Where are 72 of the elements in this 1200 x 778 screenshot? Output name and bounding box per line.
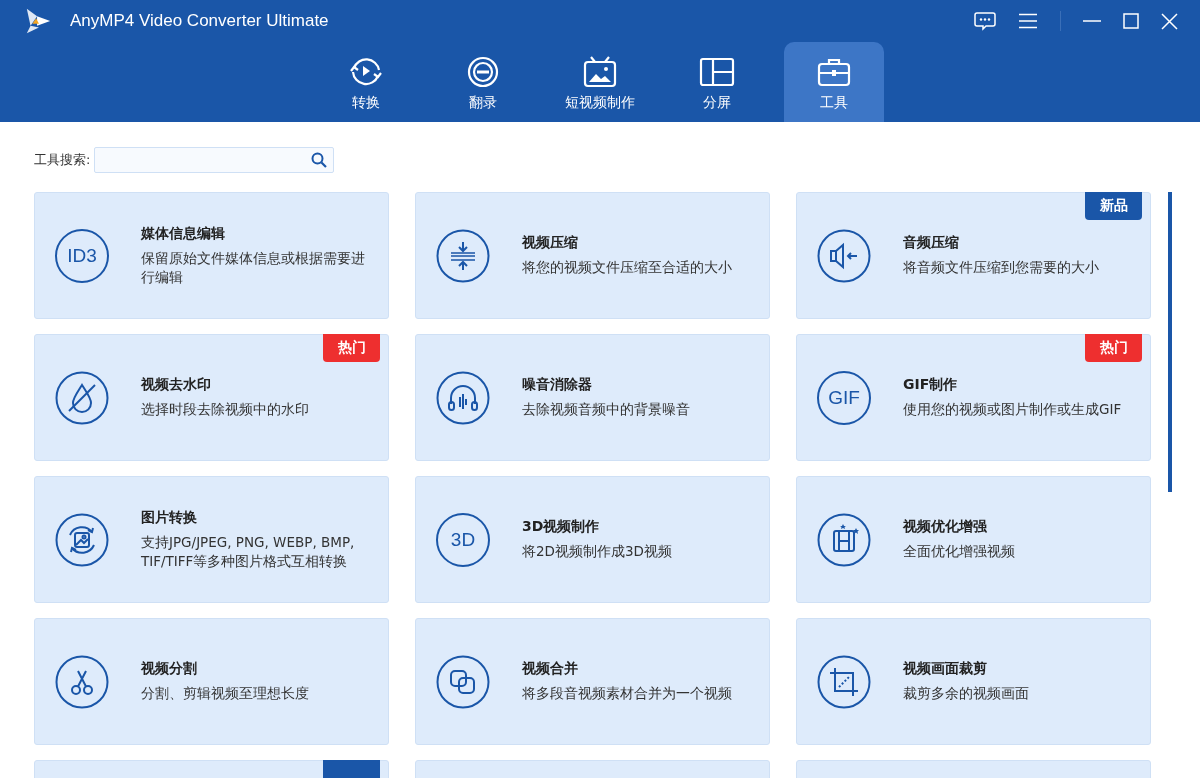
tv-icon	[582, 56, 618, 88]
search-icon[interactable]	[311, 152, 328, 168]
tool-description: 将音频文件压缩到您需要的大小	[903, 258, 1099, 277]
crop-icon	[817, 654, 871, 709]
tool-title: GIF制作	[903, 376, 959, 394]
three-d-icon: 3D	[436, 512, 490, 567]
tool-title: 视频画面裁剪	[903, 660, 988, 678]
nav-tab[interactable]: 短视频制作	[550, 42, 650, 122]
search-label: 工具搜索:	[34, 151, 91, 169]
tool-card[interactable]: 热门 GIF GIF制作 使用您的视频或图片制作或生成GIF	[796, 334, 1151, 461]
logo-icon	[24, 7, 52, 35]
tool-card[interactable]: 视频压缩 将您的视频文件压缩至合适的大小	[415, 192, 770, 319]
compress-icon	[436, 228, 490, 283]
overlap-icon	[436, 654, 490, 709]
minimize-icon[interactable]	[1083, 19, 1101, 23]
tool-title: 视频合并	[522, 660, 579, 678]
search-field[interactable]	[94, 147, 335, 173]
tool-description: 去除视频音频中的背景噪音	[522, 400, 690, 419]
tool-title: 视频去水印	[141, 376, 212, 394]
tool-title: 视频压缩	[522, 234, 579, 252]
tool-description: 裁剪多余的视频画面	[903, 684, 1029, 703]
tool-description: 保留原始文件媒体信息或根据需要进行编辑	[141, 248, 366, 287]
tool-badge: 新品	[1085, 192, 1142, 220]
id3-icon: ID3	[55, 228, 109, 283]
nav-tab[interactable]: 转换	[316, 42, 416, 122]
tool-title: 音频压缩	[903, 234, 960, 252]
scissors-icon	[55, 654, 109, 709]
layout-icon	[699, 56, 735, 88]
tool-title: 媒体信息编辑	[141, 224, 226, 243]
toolbox-icon	[816, 56, 852, 88]
drop-icon	[55, 370, 109, 425]
tool-description: 将多段音视频素材合并为一个视频	[522, 684, 732, 703]
image-convert-icon	[55, 512, 109, 567]
convert-icon	[348, 56, 384, 88]
window-title: AnyMP4 Video Converter Ultimate	[70, 11, 329, 31]
tool-description: 使用您的视频或图片制作或生成GIF	[903, 400, 1122, 419]
tool-card[interactable]: 视频合并 将多段音视频素材合并为一个视频	[415, 618, 770, 745]
tool-description: 全面优化增强视频	[903, 542, 1015, 561]
feedback-icon[interactable]	[974, 11, 996, 31]
tool-badge: 热门	[323, 334, 380, 362]
tool-card[interactable]: ID3 媒体信息编辑 保留原始文件媒体信息或根据需要进行编辑	[34, 192, 389, 319]
close-icon[interactable]	[1161, 12, 1178, 30]
maximize-icon[interactable]	[1123, 13, 1139, 29]
disc-icon	[465, 56, 501, 88]
tool-title: 3D视频制作	[522, 518, 601, 536]
tool-card[interactable]: 新品 音频压缩 将音频文件压缩到您需要的大小	[796, 192, 1151, 319]
tool-title: 噪音消除器	[522, 376, 593, 394]
nav-tab[interactable]: 翻录	[433, 42, 533, 122]
gif-icon: GIF	[817, 370, 871, 425]
tool-description: 选择时段去除视频中的水印	[141, 400, 309, 419]
tool-card[interactable]: 视频优化增强 全面优化增强视频	[796, 476, 1151, 603]
headphones-icon	[436, 370, 490, 425]
tool-description: 分割、剪辑视频至理想长度	[141, 684, 309, 703]
tool-title: 图片转换	[141, 508, 198, 527]
tool-title: 视频优化增强	[903, 518, 988, 536]
tool-description: 将您的视频文件压缩至合适的大小	[522, 258, 732, 277]
nav-tab[interactable]: 工具	[784, 42, 884, 122]
tool-title: 视频分割	[141, 660, 198, 678]
tool-description: 支持JPG/JPEG, PNG, WEBP, BMP, TIF/TIFF等多种图片格式互相转换	[141, 532, 356, 571]
speaker-icon	[817, 228, 871, 283]
tool-card[interactable]: 热门 视频去水印 选择时段去除视频中的水印	[34, 334, 389, 461]
film-icon	[817, 512, 871, 567]
tool-card[interactable]: 3D 3D视频制作 将2D视频制作成3D视频	[415, 476, 770, 603]
tool-card[interactable]: 噪音消除器 去除视频音频中的背景噪音	[415, 334, 770, 461]
tool-card[interactable]: 图片转换 支持JPG/JPEG, PNG, WEBP, BMP, TIF/TIFF等多种图片格式互相转换	[34, 476, 389, 603]
tool-badge: 热门	[1085, 334, 1142, 362]
tool-card[interactable]: 视频分割 分割、剪辑视频至理想长度	[34, 618, 389, 745]
menu-icon[interactable]	[1018, 13, 1038, 29]
tool-description: 将2D视频制作成3D视频	[522, 542, 672, 561]
tool-card[interactable]: 视频画面裁剪 裁剪多余的视频画面	[796, 618, 1151, 745]
scrollbar-thumb[interactable]	[1168, 192, 1172, 492]
nav-tab[interactable]: 分屏	[667, 42, 767, 122]
